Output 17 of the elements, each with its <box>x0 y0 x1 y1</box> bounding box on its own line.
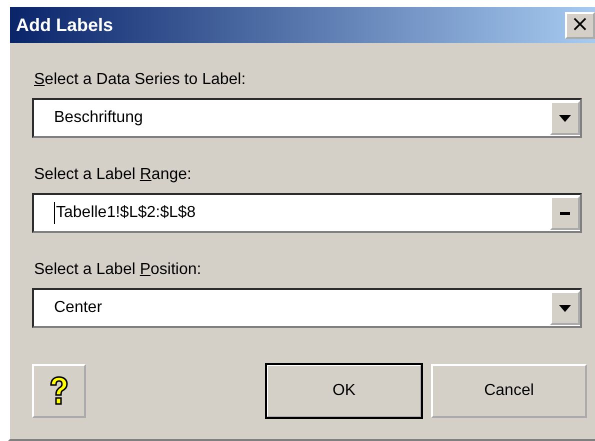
field-label: Select a Label Position: <box>34 261 202 279</box>
dropdown[interactable]: Center <box>32 288 582 328</box>
help-button[interactable] <box>32 364 86 418</box>
field-label: Select a Label Range: <box>34 166 192 184</box>
cancel-button[interactable]: Cancel <box>431 364 587 418</box>
field-label: Select a Data Series to Label: <box>34 71 247 89</box>
window-title: Add Labels <box>16 14 114 36</box>
field-value: Center <box>53 299 104 317</box>
dropdown[interactable]: Beschriftung <box>32 98 582 138</box>
text-cursor <box>54 202 55 224</box>
field-value: Tabelle1!$L$2:$L$8 <box>55 204 197 222</box>
close-button[interactable]: × <box>565 12 595 38</box>
question-mark-icon <box>49 376 69 406</box>
ok-button[interactable]: OK <box>266 364 422 418</box>
field-value: Beschriftung <box>53 109 144 127</box>
collapse-dialog-icon[interactable] <box>550 196 580 230</box>
range-field[interactable]: Tabelle1!$L$2:$L$8 <box>32 193 582 233</box>
